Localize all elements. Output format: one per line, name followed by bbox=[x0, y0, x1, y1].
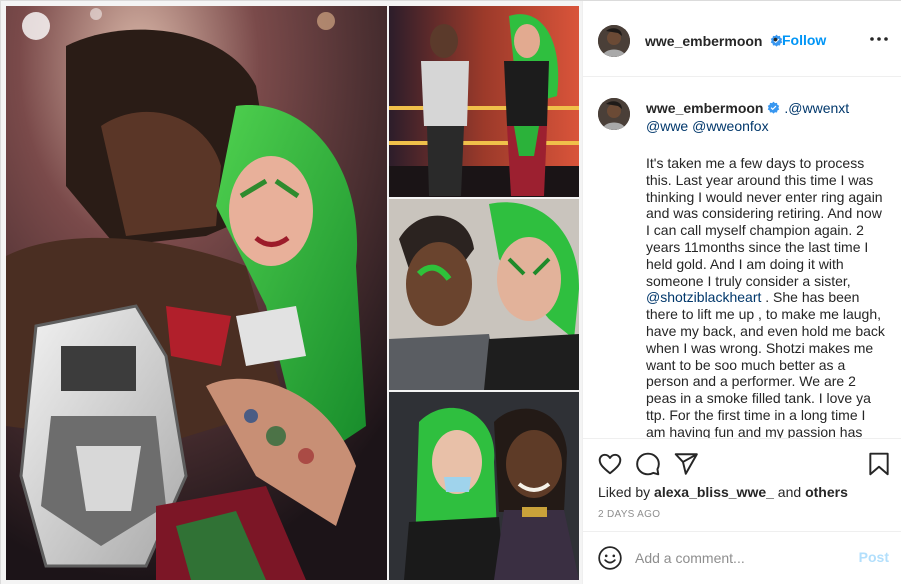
follow-button[interactable]: Follow bbox=[782, 32, 826, 48]
likes-prefix: Liked by bbox=[598, 484, 655, 500]
mention-link-wweonfox[interactable]: @wweonfox bbox=[692, 118, 768, 134]
smiley-icon[interactable] bbox=[597, 545, 623, 571]
paper-plane-icon[interactable] bbox=[673, 451, 699, 477]
caption-text-part-1: It's taken me a few days to process this… bbox=[646, 155, 887, 289]
mention-link-wwenxt[interactable]: .@wwenxt bbox=[784, 100, 849, 116]
duo-photo bbox=[389, 392, 579, 580]
header-username[interactable]: wwe_embermoon bbox=[645, 33, 783, 49]
header-username-text[interactable]: wwe_embermoon bbox=[645, 33, 762, 49]
post-actions: Liked by alexa_bliss_wwe_ and others 2 D… bbox=[583, 438, 901, 531]
selfie-photo bbox=[389, 199, 579, 390]
post-timestamp[interactable]: 2 DAYS AGO bbox=[598, 509, 660, 520]
mention-link-shotziblackheart[interactable]: @shotziblackheart bbox=[646, 289, 761, 305]
post-header: wwe_embermoon • Follow bbox=[583, 1, 901, 77]
ring-photo bbox=[389, 6, 579, 197]
caption-username[interactable]: wwe_embermoon bbox=[646, 100, 763, 116]
mention-link-wwe[interactable]: @wwe bbox=[646, 118, 688, 134]
post-comment-button[interactable]: Post bbox=[859, 549, 889, 565]
speech-bubble-icon[interactable] bbox=[635, 451, 661, 477]
caption-body: It's taken me a few days to process this… bbox=[646, 155, 886, 438]
champion-hug-photo bbox=[6, 6, 387, 580]
verified-badge-icon bbox=[768, 101, 780, 114]
separator-dot: • bbox=[773, 31, 778, 47]
comment-input[interactable] bbox=[635, 546, 835, 570]
likes-joiner: and bbox=[773, 484, 806, 500]
post-caption: wwe_embermoon .@wwenxt @wwe @wweonfox It… bbox=[646, 99, 886, 438]
caption-header: wwe_embermoon .@wwenxt @wwe @wweonfox bbox=[646, 99, 886, 135]
add-comment-bar: Post bbox=[583, 531, 901, 584]
liked-by-user-link[interactable]: alexa_bliss_wwe_ bbox=[654, 484, 774, 500]
caption-avatar[interactable] bbox=[598, 98, 630, 130]
bookmark-icon[interactable] bbox=[866, 451, 892, 477]
more-options-icon[interactable] bbox=[867, 29, 891, 49]
likes-summary: Liked by alexa_bliss_wwe_ and others bbox=[598, 484, 848, 500]
caption-text-part-2: . She has been there to lift me up , to … bbox=[646, 289, 889, 438]
likes-others-link[interactable]: others bbox=[805, 484, 848, 500]
comments-section[interactable]: wwe_embermoon .@wwenxt @wwe @wweonfox It… bbox=[583, 78, 901, 438]
instagram-post: wwe_embermoon • Follow wwe_embermoon .@w… bbox=[0, 0, 901, 584]
post-details-panel: wwe_embermoon • Follow wwe_embermoon .@w… bbox=[582, 1, 901, 584]
heart-icon[interactable] bbox=[597, 451, 623, 477]
post-media-collage[interactable] bbox=[1, 1, 582, 584]
avatar[interactable] bbox=[598, 25, 630, 57]
